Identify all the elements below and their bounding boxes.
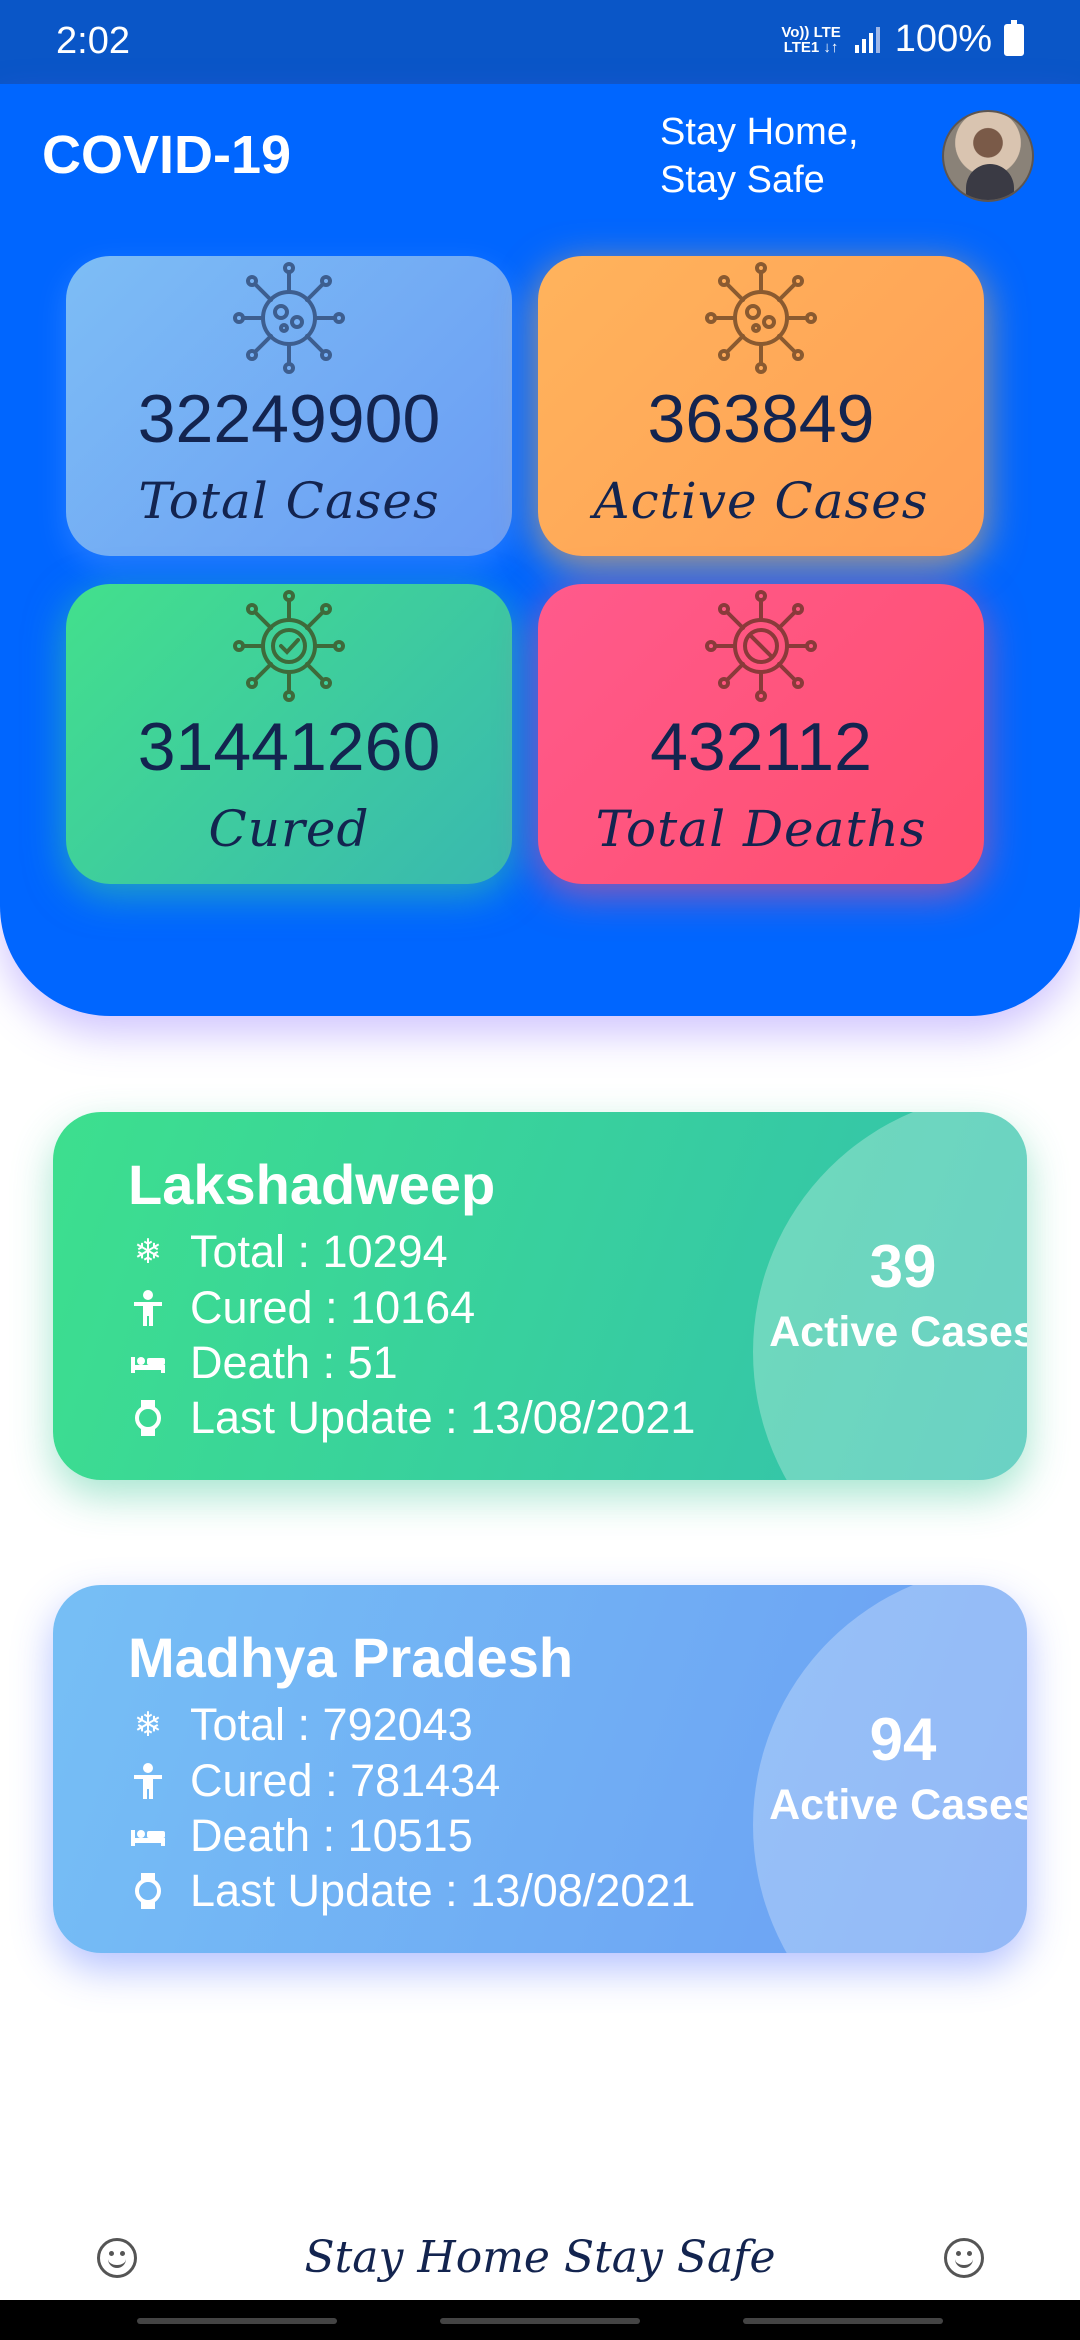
state-card-madhya-pradesh[interactable]: Madhya Pradesh ❄ Total : 792043 Cured : … bbox=[53, 1585, 1027, 1953]
active-cases-card[interactable]: 363849 Active Cases bbox=[538, 256, 984, 556]
state-death: Death : 10515 bbox=[190, 1810, 473, 1861]
state-last-update: Last Update : 13/08/2021 bbox=[190, 1865, 696, 1916]
status-icons: Vo)) LTE LTE1 ↓↑ 100% bbox=[781, 18, 1024, 61]
state-total: Total : 10294 bbox=[190, 1226, 448, 1277]
header-panel: COVID-19 Stay Home, Stay Safe 32249900 T… bbox=[0, 84, 1080, 1016]
status-time: 2:02 bbox=[56, 20, 130, 62]
bed-icon bbox=[131, 1357, 165, 1373]
active-cases-value: 363849 bbox=[647, 381, 875, 457]
watch-icon bbox=[135, 1873, 161, 1909]
tagline-line-1: Stay Home, bbox=[660, 111, 859, 153]
snowflake-icon: ❄ bbox=[133, 1233, 163, 1271]
state-cured: Cured : 10164 bbox=[190, 1282, 476, 1333]
state-name: Madhya Pradesh bbox=[128, 1626, 574, 1689]
avatar[interactable] bbox=[942, 110, 1034, 202]
nav-recents-button[interactable] bbox=[137, 2318, 337, 2324]
tagline-line-2: Stay Safe bbox=[660, 159, 825, 201]
nav-back-button[interactable] bbox=[743, 2318, 943, 2324]
cured-value: 31441260 bbox=[137, 709, 441, 785]
app-screen: 2:02 Vo)) LTE LTE1 ↓↑ 100% COVID-19 Stay… bbox=[0, 0, 1080, 2340]
virus-ban-icon bbox=[705, 590, 817, 702]
watch-icon bbox=[135, 1400, 161, 1436]
state-update-row: Last Update : 13/08/2021 bbox=[128, 1865, 695, 1917]
state-name: Lakshadweep bbox=[128, 1153, 496, 1216]
app-title: COVID-19 bbox=[42, 125, 292, 185]
total-cases-card[interactable]: 32249900 Total Cases bbox=[66, 256, 512, 556]
state-cured-row: Cured : 781434 bbox=[128, 1755, 500, 1807]
state-total-row: ❄ Total : 10294 bbox=[128, 1226, 448, 1278]
state-active-label: Active Cases bbox=[769, 1781, 1027, 1829]
bed-icon bbox=[131, 1830, 165, 1846]
state-total: Total : 792043 bbox=[190, 1699, 473, 1750]
status-bar: 2:02 Vo)) LTE LTE1 ↓↑ 100% bbox=[0, 0, 1080, 84]
footer-text: Stay Home Stay Safe bbox=[304, 2232, 776, 2283]
state-total-row: ❄ Total : 792043 bbox=[128, 1699, 473, 1751]
battery-percent: 100% bbox=[894, 18, 992, 60]
state-active-count: 94 bbox=[869, 1706, 937, 1773]
virus-check-icon bbox=[233, 590, 345, 702]
cured-label: Cured bbox=[208, 800, 370, 858]
person-icon bbox=[134, 1290, 162, 1326]
state-active-label: Active Cases bbox=[769, 1308, 1027, 1356]
virus-icon bbox=[233, 262, 345, 374]
state-active-count: 39 bbox=[869, 1233, 937, 1300]
state-death-row: Death : 51 bbox=[128, 1337, 398, 1389]
header-tagline: Stay Home, Stay Safe bbox=[660, 108, 859, 204]
smiley-icon-right bbox=[944, 2238, 984, 2278]
state-update-row: Last Update : 13/08/2021 bbox=[128, 1392, 695, 1444]
system-nav-bar bbox=[0, 2300, 1080, 2340]
battery-icon bbox=[1004, 19, 1024, 56]
nav-home-button[interactable] bbox=[440, 2318, 640, 2324]
total-deaths-label: Total Deaths bbox=[595, 800, 927, 858]
state-death: Death : 51 bbox=[190, 1337, 398, 1388]
state-cured: Cured : 781434 bbox=[190, 1755, 501, 1806]
total-cases-label: Total Cases bbox=[138, 472, 440, 530]
state-card-lakshadweep[interactable]: Lakshadweep ❄ Total : 10294 Cured : 1016… bbox=[53, 1112, 1027, 1480]
active-cases-label: Active Cases bbox=[593, 472, 929, 530]
total-cases-value: 32249900 bbox=[137, 381, 441, 457]
total-deaths-card[interactable]: 432112 Total Deaths bbox=[538, 584, 984, 884]
network-indicator: Vo)) LTE LTE1 ↓↑ bbox=[781, 25, 840, 55]
total-deaths-value: 432112 bbox=[650, 709, 872, 785]
network-bottom-label: LTE1 ↓↑ bbox=[783, 38, 839, 56]
person-icon bbox=[134, 1763, 162, 1799]
snowflake-icon: ❄ bbox=[133, 1706, 163, 1744]
state-last-update: Last Update : 13/08/2021 bbox=[190, 1392, 696, 1443]
signal-icon bbox=[854, 26, 880, 53]
state-cured-row: Cured : 10164 bbox=[128, 1282, 475, 1334]
virus-icon bbox=[705, 262, 817, 374]
state-death-row: Death : 10515 bbox=[128, 1810, 473, 1862]
cured-card[interactable]: 31441260 Cured bbox=[66, 584, 512, 884]
